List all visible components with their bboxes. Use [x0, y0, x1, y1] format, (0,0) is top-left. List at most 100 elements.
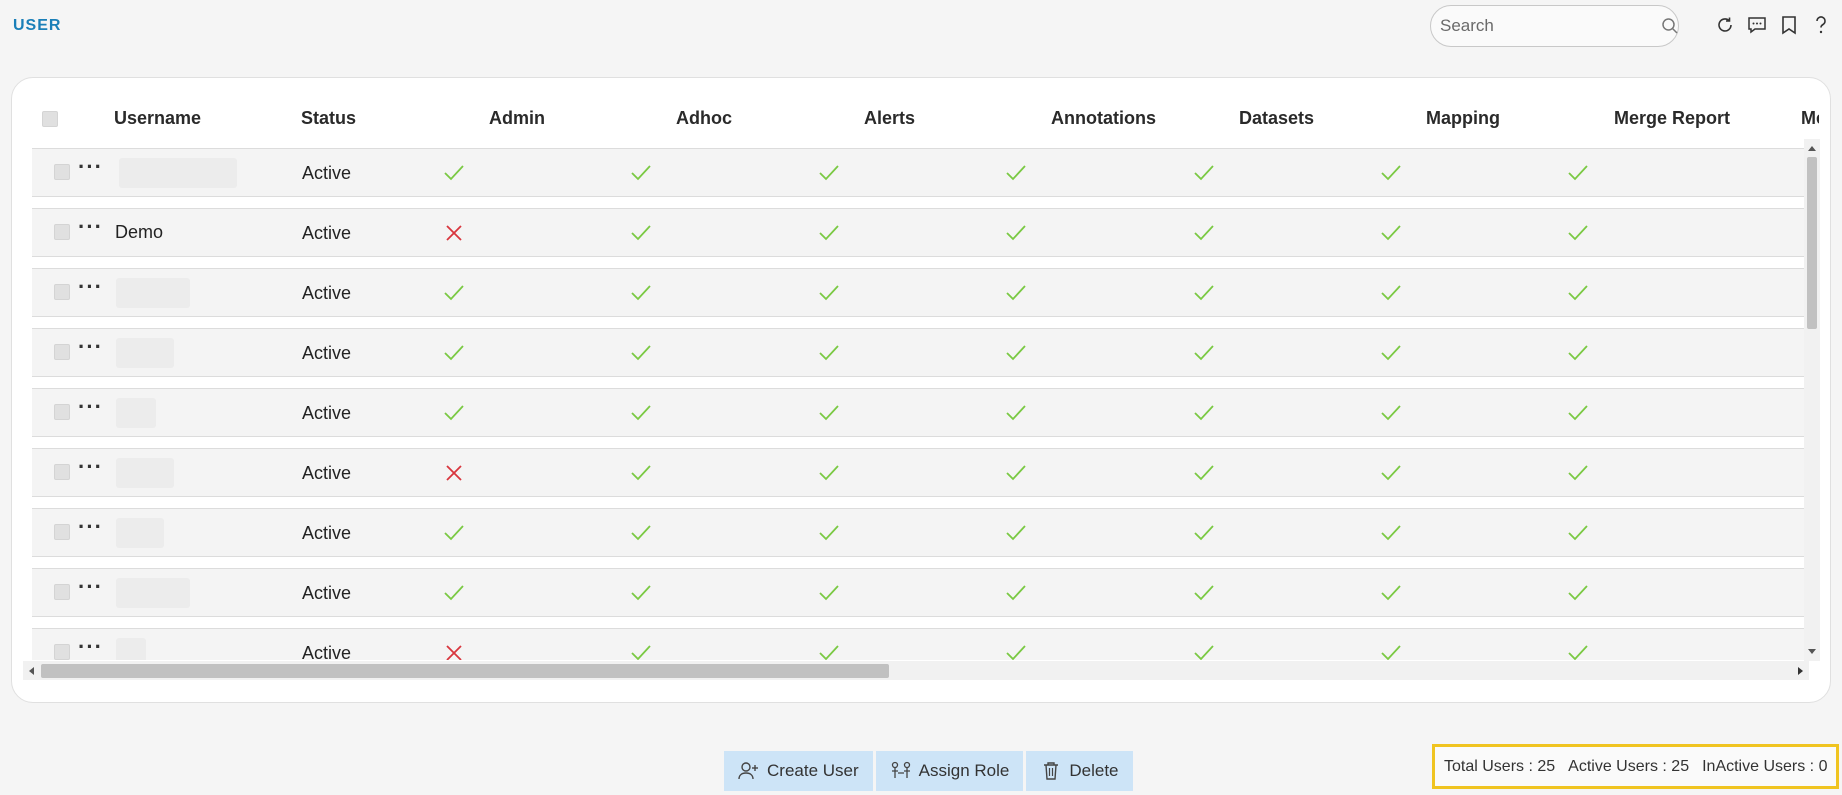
row-checkbox[interactable]: [54, 404, 70, 420]
search-box[interactable]: [1430, 5, 1679, 47]
row-checkbox[interactable]: [54, 284, 70, 300]
col-header-mapping[interactable]: Mapping: [1426, 108, 1500, 129]
check-icon: [1381, 405, 1401, 421]
check-icon: [1568, 525, 1588, 541]
check-icon: [1006, 645, 1026, 660]
check-icon: [819, 345, 839, 361]
delete-button[interactable]: Delete: [1026, 751, 1133, 791]
vertical-scroll-thumb[interactable]: [1807, 157, 1817, 329]
row-checkbox[interactable]: [54, 464, 70, 480]
check-icon: [631, 405, 651, 421]
search-input[interactable]: [1440, 16, 1661, 36]
status-cell: Active: [302, 523, 352, 543]
redacted-username: [116, 398, 156, 428]
check-icon: [1381, 585, 1401, 601]
create-user-button[interactable]: Create User: [724, 751, 873, 791]
table-row[interactable]: ··· Active: [32, 328, 1814, 377]
check-icon: [1381, 525, 1401, 541]
scroll-left-icon[interactable]: [23, 661, 39, 680]
check-icon: [1568, 405, 1588, 421]
table-row[interactable]: ··· Active: [32, 268, 1814, 317]
help-icon[interactable]: [1810, 12, 1831, 38]
horizontal-scroll-thumb[interactable]: [41, 664, 889, 678]
check-icon: [1194, 465, 1214, 481]
row-checkbox[interactable]: [54, 164, 70, 180]
table-row[interactable]: ··· Active: [32, 148, 1814, 197]
select-all-checkbox[interactable]: [42, 111, 58, 127]
check-icon: [1568, 165, 1588, 181]
check-icon: [1381, 285, 1401, 301]
status-cell: Active: [302, 403, 352, 423]
check-icon: [819, 225, 839, 241]
check-icon: [631, 345, 651, 361]
check-icon: [631, 525, 651, 541]
table-row[interactable]: ··· Active: [32, 568, 1814, 617]
col-header-annotations[interactable]: Annotations: [1051, 108, 1156, 129]
status-cell: Active: [302, 163, 352, 183]
check-icon: [1194, 165, 1214, 181]
col-header-adhoc[interactable]: Adhoc: [676, 108, 732, 129]
assign-role-icon: [890, 760, 912, 782]
scroll-up-icon[interactable]: [1804, 141, 1820, 155]
username-cell: Demo: [115, 222, 164, 242]
col-header-admin[interactable]: Admin: [489, 108, 545, 129]
col-header-merge-report[interactable]: Merge Report: [1614, 108, 1730, 129]
col-header-username[interactable]: Username: [114, 108, 201, 129]
trash-icon: [1040, 760, 1062, 782]
table-row[interactable]: ··· Active: [32, 628, 1814, 660]
check-icon: [631, 645, 651, 660]
bookmark-icon[interactable]: [1778, 12, 1799, 38]
scroll-right-icon[interactable]: [1793, 661, 1809, 680]
check-icon: [819, 285, 839, 301]
table-row[interactable]: ··· Active: [32, 448, 1814, 497]
scroll-down-icon[interactable]: [1804, 645, 1820, 659]
search-icon[interactable]: [1661, 16, 1679, 36]
check-icon: [444, 405, 464, 421]
assign-role-button[interactable]: Assign Role: [875, 751, 1024, 791]
check-icon: [1568, 345, 1588, 361]
table-row[interactable]: ··· Demo Active: [32, 208, 1814, 257]
check-icon: [1381, 225, 1401, 241]
row-menu-icon[interactable]: ···: [78, 336, 103, 358]
redacted-username: [116, 458, 174, 488]
table-row[interactable]: ··· Active: [32, 508, 1814, 557]
refresh-icon[interactable]: [1714, 12, 1735, 38]
check-icon: [1568, 465, 1588, 481]
check-icon: [444, 525, 464, 541]
row-menu-icon[interactable]: ···: [78, 216, 103, 238]
user-stats: Total Users : 25 Active Users : 25 InAct…: [1432, 744, 1839, 789]
check-icon: [631, 165, 651, 181]
col-header-alerts[interactable]: Alerts: [864, 108, 915, 129]
row-checkbox[interactable]: [54, 224, 70, 240]
chat-icon[interactable]: [1746, 12, 1767, 38]
check-icon: [1381, 465, 1401, 481]
table-row[interactable]: ··· Active: [32, 388, 1814, 437]
check-icon: [1194, 525, 1214, 541]
row-menu-icon[interactable]: ···: [78, 276, 103, 298]
vertical-scrollbar[interactable]: [1804, 139, 1820, 661]
row-checkbox[interactable]: [54, 644, 70, 660]
check-icon: [819, 465, 839, 481]
col-header-truncated[interactable]: Me: [1801, 108, 1819, 129]
row-checkbox[interactable]: [54, 584, 70, 600]
row-menu-icon[interactable]: ···: [78, 396, 103, 418]
status-cell: Active: [302, 223, 352, 243]
row-checkbox[interactable]: [54, 344, 70, 360]
check-icon: [1006, 525, 1026, 541]
check-icon: [1194, 405, 1214, 421]
row-menu-icon[interactable]: ···: [78, 156, 103, 178]
check-icon: [1194, 645, 1214, 660]
row-menu-icon[interactable]: ···: [78, 516, 103, 538]
check-icon: [1194, 585, 1214, 601]
check-icon: [1568, 285, 1588, 301]
row-checkbox[interactable]: [54, 524, 70, 540]
row-menu-icon[interactable]: ···: [78, 636, 103, 658]
horizontal-scrollbar[interactable]: [23, 661, 1809, 680]
row-menu-icon[interactable]: ···: [78, 576, 103, 598]
row-menu-icon[interactable]: ···: [78, 456, 103, 478]
col-header-status[interactable]: Status: [301, 108, 356, 129]
inactive-users: InActive Users : 0: [1702, 757, 1828, 775]
status-cell: Active: [302, 343, 352, 363]
check-icon: [631, 285, 651, 301]
col-header-datasets[interactable]: Datasets: [1239, 108, 1314, 129]
